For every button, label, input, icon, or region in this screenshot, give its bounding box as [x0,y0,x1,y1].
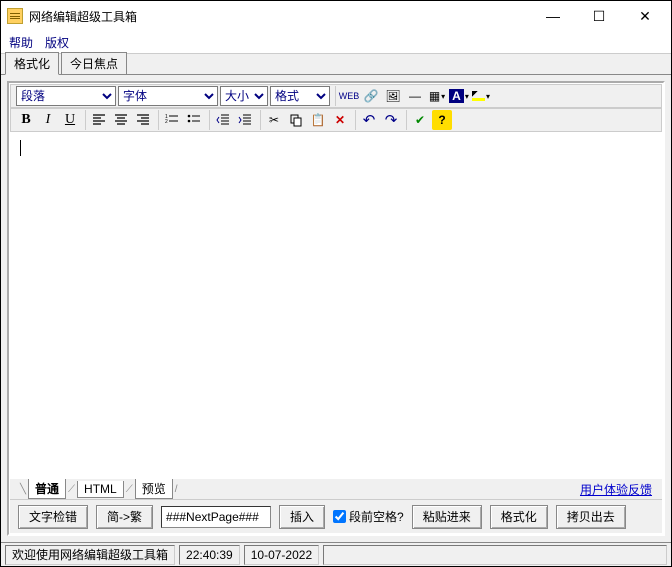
table-icon[interactable]: ▦▾ [427,86,447,106]
maximize-button[interactable]: ☐ [585,8,613,25]
bottom-controls: 文字检错 简->繁 插入 段前空格? 粘贴进来 格式化 拷贝出去 [10,499,662,533]
minimize-button[interactable]: — [539,8,567,25]
tab-today[interactable]: 今日焦点 [61,52,127,74]
text-cursor-icon [20,140,652,156]
window-title: 网络编辑超级工具箱 [29,8,539,25]
prespace-checkbox[interactable]: 段前空格? [333,508,404,525]
help-icon[interactable]: ? [432,110,452,130]
nextpage-input[interactable] [161,506,271,528]
tab-preview[interactable]: 预览 [135,479,173,499]
format-button[interactable]: 格式化 [490,505,548,529]
align-left-icon[interactable] [89,110,109,130]
paste-icon[interactable]: 📋 [308,110,328,130]
prespace-label: 段前空格? [349,508,404,525]
editor-textarea[interactable] [14,134,658,477]
align-center-icon[interactable] [111,110,131,130]
paste-in-button[interactable]: 粘贴进来 [412,505,482,529]
text-check-button[interactable]: 文字检错 [18,505,88,529]
tab-normal[interactable]: 普通 [28,479,66,499]
status-time: 22:40:39 [179,545,240,565]
simp-to-trad-button[interactable]: 简->繁 [96,505,153,529]
paragraph-select[interactable]: 段落 [16,86,116,106]
italic-button[interactable]: I [38,110,58,130]
close-button[interactable]: ✕ [631,8,659,25]
style-select[interactable]: 格式 [270,86,330,106]
align-right-icon[interactable] [133,110,153,130]
bold-button[interactable]: B [16,110,36,130]
editor-panel: 段落 字体 大小 格式 WEB 🔗 🖼 ― ▦▾ A▾ ▾ B I U [1,75,671,542]
toolbar-row-2: B I U 12 ✂ 📋 ✕ [10,108,662,132]
insert-button[interactable]: 插入 [279,505,325,529]
indent-icon[interactable] [235,110,255,130]
editor-mode-tabs: ╲ 普通 ⟋ HTML ⟋ 预览 / 用户体验反馈 [10,479,662,499]
status-date: 10-07-2022 [244,545,319,565]
image-icon[interactable]: 🖼 [383,86,403,106]
menu-bar: 帮助 版权 [1,31,671,53]
title-bar: 网络编辑超级工具箱 — ☐ ✕ [1,1,671,31]
feedback-link[interactable]: 用户体验反馈 [580,481,652,498]
copy-out-button[interactable]: 拷贝出去 [556,505,626,529]
prespace-checkbox-input[interactable] [333,510,346,523]
delete-icon[interactable]: ✕ [330,110,350,130]
status-welcome: 欢迎使用网络编辑超级工具箱 [5,545,175,565]
cut-icon[interactable]: ✂ [264,110,284,130]
status-bar: 欢迎使用网络编辑超级工具箱 22:40:39 10-07-2022 [1,542,671,566]
font-color-icon[interactable]: A▾ [449,86,469,106]
hr-icon[interactable]: ― [405,86,425,106]
status-empty [323,545,667,565]
underline-button[interactable]: U [60,110,80,130]
svg-text:2: 2 [165,119,168,125]
menu-copyright[interactable]: 版权 [45,34,69,51]
outdent-icon[interactable] [213,110,233,130]
highlight-icon[interactable]: ▾ [471,86,491,106]
font-select[interactable]: 字体 [118,86,218,106]
menu-help[interactable]: 帮助 [9,34,33,51]
unordered-list-icon[interactable] [184,110,204,130]
link-icon[interactable]: 🔗 [361,86,381,106]
tab-format[interactable]: 格式化 [5,52,59,75]
app-logo-icon [7,8,23,24]
size-select[interactable]: 大小 [220,86,268,106]
tab-html[interactable]: HTML [77,481,124,498]
web-icon[interactable]: WEB [339,86,359,106]
toolbar-row-1: 段落 字体 大小 格式 WEB 🔗 🖼 ― ▦▾ A▾ ▾ [10,84,662,108]
redo-button[interactable]: ↷ [381,110,401,130]
copy-icon[interactable] [286,110,306,130]
spellcheck-icon[interactable]: ✔ [410,110,430,130]
main-tab-bar: 格式化 今日焦点 [1,53,671,75]
undo-button[interactable]: ↶ [359,110,379,130]
ordered-list-icon[interactable]: 12 [162,110,182,130]
